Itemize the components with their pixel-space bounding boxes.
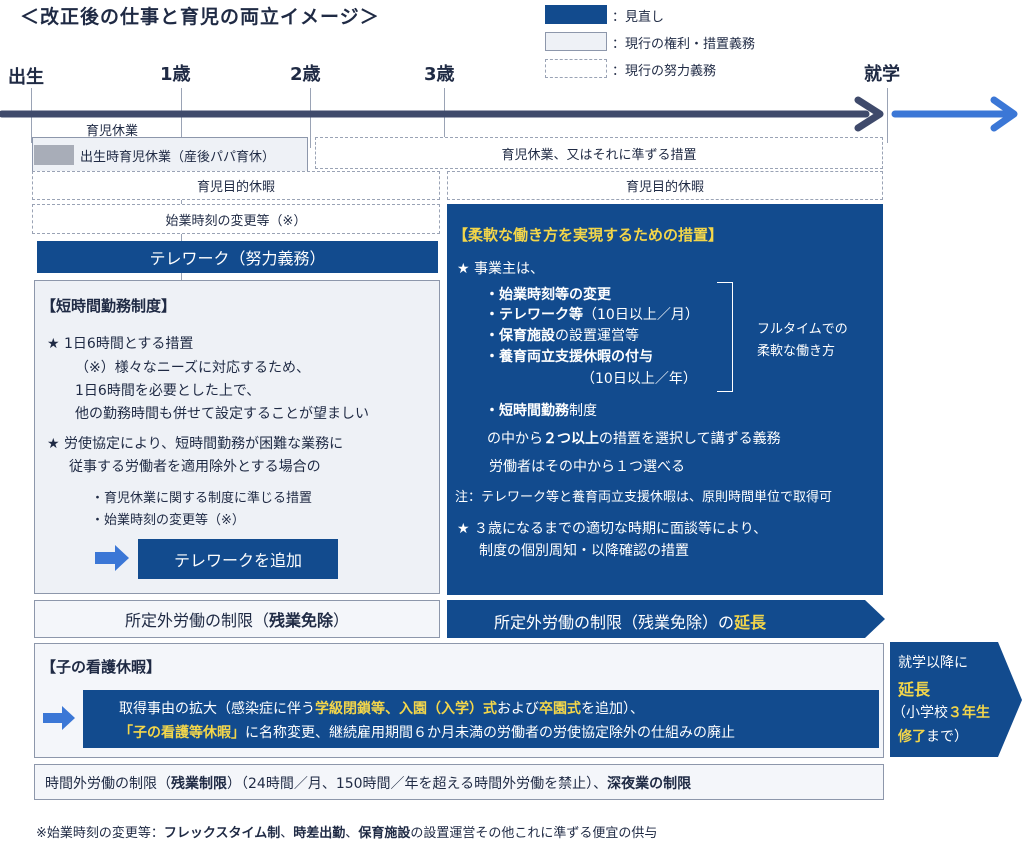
page-title: ＜改正後の仕事と育児の両立イメージ＞ [20,6,380,28]
short-time-bullet1: ・育児休業に関する制度に準じる措置 [91,491,313,506]
short-time-star2: ★ 労使協定により、短時間勤務が困難な業務に [47,433,343,453]
legend-swatch-current-right [545,32,607,51]
star-icon: ★ [47,436,60,452]
flexible-employer-text: 事業主は、 [474,261,545,277]
flexible-item-4: ・養育両立支援休暇の付与 [485,349,653,365]
nursing-line-2: 「子の看護等休暇」に名称変更、継続雇用期間６か月未満の労働者の労使協定除外の仕組… [119,725,735,741]
childcare-leave-after-label: 育児休業、又はそれに準ずる措置 [501,147,697,163]
paternity-leave-label: 出生時育児休業（産後パパ育休） [80,150,276,165]
fulltime-bracket [717,282,733,392]
flexible-choose: の中から２つ以上の措置を選択して講ずる義務 [487,431,781,447]
flexible-item-4-sub: （10日以上／年） [581,371,697,387]
overtime-limit-label: 時間外労働の制限（残業制限）（24時間／月、150時間／年を超える時間外労働を禁… [45,776,692,792]
timeline-arrow [0,96,1018,132]
purpose-leave-left-box: 育児目的休暇 [32,171,440,200]
footnote: ※始業時刻の変更等：フレックスタイム制、時差出勤、保育施設の設置運営その他これに… [36,826,658,841]
short-time-heading: 【短時間勤務制度】 [41,297,177,315]
school-extension-line-1: 就学以降に [898,655,968,671]
overtime-exemption-left-label: 所定外労働の制限（残業免除） [124,611,350,630]
purpose-leave-right-label: 育児目的休暇 [625,180,704,195]
fulltime-label-2: 柔軟な働き方 [757,344,836,359]
flexible-item-1: ・始業時刻等の変更 [485,287,611,303]
milestone-school: 就学 [864,64,900,85]
school-extension-line-4: 修了まで） [898,729,968,745]
legend-label-current-right: ：現行の権利・措置義務 [612,37,756,52]
flexible-item-2: ・テレワーク等（10日以上／月） [485,307,699,323]
short-time-panel: 【短時間勤務制度】 ★ 1日6時間とする措置 （※）様々なニーズに対応するため、… [34,280,440,594]
school-extension-line-3: （小学校３年生 [892,705,990,721]
school-extension-line-2: 延長 [898,680,931,699]
flexible-worker: 労働者はその中から１つ選べる [489,459,685,475]
telework-box: テレワーク（努力義務） [37,241,438,273]
nursing-leave-panel: 【子の看護休暇】 取得事由の拡大（感染症に伴う学級閉鎖等、入園（入学）式および卒… [34,643,884,758]
nursing-line-1: 取得事由の拡大（感染症に伴う学級閉鎖等、入園（入学）式および卒園式を追加）、 [119,701,644,717]
legend-swatch-effort [545,59,607,78]
short-time-note2: 1日6時間を必要とした上で、 [75,383,261,399]
telework-label: テレワーク（努力義務） [149,249,326,268]
flexible-note: 注：テレワーク等と養育両立支援休暇は、原則時間単位で取得可 [455,490,833,505]
short-time-bullet2: ・始業時刻の変更等（※） [91,513,245,528]
flexible-work-panel: 【柔軟な働き方を実現するための措置】 ★ 事業主は、 ・始業時刻等の変更 ・テレ… [447,204,883,595]
legend-label-effort: ：現行の努力義務 [612,64,717,79]
flexible-employer: ★ 事業主は、 [457,258,544,278]
short-time-star2-cont: 従事する労働者を適用除外とする場合の [69,459,321,475]
short-time-star1-text: 1日6時間とする措置 [64,336,194,352]
milestone-birth: 出生 [8,67,44,88]
add-telework-label: テレワークを追加 [173,551,302,570]
milestone-3-years: 3歳 [424,64,455,85]
short-time-note3: 他の勤務時間も併せて設定することが望ましい [75,406,369,422]
fulltime-label-1: フルタイムでの [757,322,848,337]
purpose-leave-right-box: 育児目的休暇 [447,171,883,200]
overtime-exemption-right-label: 所定外労働の制限（残業免除）の延長 [494,613,767,632]
legend-label-revised: ：見直し [612,10,665,25]
flexible-star3-text: ３歳になるまでの適切な時期に面談等により、 [474,521,768,537]
add-telework-box: テレワークを追加 [138,539,338,579]
childcare-leave-after-box: 育児休業、又はそれに準ずる措置 [315,137,883,169]
milestone-2-years: 2歳 [290,64,321,85]
short-time-star1: ★ 1日6時間とする措置 [47,333,193,353]
nursing-revision-box: 取得事由の拡大（感染症に伴う学級閉鎖等、入園（入学）式および卒園式を追加）、 「… [83,690,879,748]
flexible-heading: 【柔軟な働き方を実現するための措置】 [453,226,724,244]
overtime-exemption-left-box: 所定外労働の制限（残業免除） [34,600,440,638]
flexible-short-time: ・短時間勤務制度 [485,403,597,419]
flexible-item-3: ・保育施設の設置運営等 [485,328,639,344]
arrow-right-icon [43,706,75,730]
paternity-leave-bar [34,145,74,165]
short-time-note1: （※）様々なニーズに対応するため、 [75,360,311,376]
overtime-limit-box: 時間外労働の制限（残業制限）（24時間／月、150時間／年を超える時間外労働を禁… [34,764,884,800]
flexible-star3-cont: 制度の個別周知・以降確認の措置 [479,543,689,559]
arrow-right-icon [95,545,129,571]
legend-swatch-revised [545,5,607,24]
start-time-change-box: 始業時刻の変更等（※） [32,204,440,234]
purpose-leave-left-label: 育児目的休暇 [196,180,275,195]
nursing-heading: 【子の看護休暇】 [41,658,162,676]
milestone-1-year: 1歳 [160,64,191,85]
start-time-change-label: 始業時刻の変更等（※） [165,213,307,229]
star-icon: ★ [457,261,470,277]
star-icon: ★ [457,521,470,537]
short-time-star2-text: 労使協定により、短時間勤務が困難な業務に [64,436,344,452]
star-icon: ★ [47,336,60,352]
flexible-star3: ★ ３歳になるまでの適切な時期に面談等により、 [457,518,767,538]
